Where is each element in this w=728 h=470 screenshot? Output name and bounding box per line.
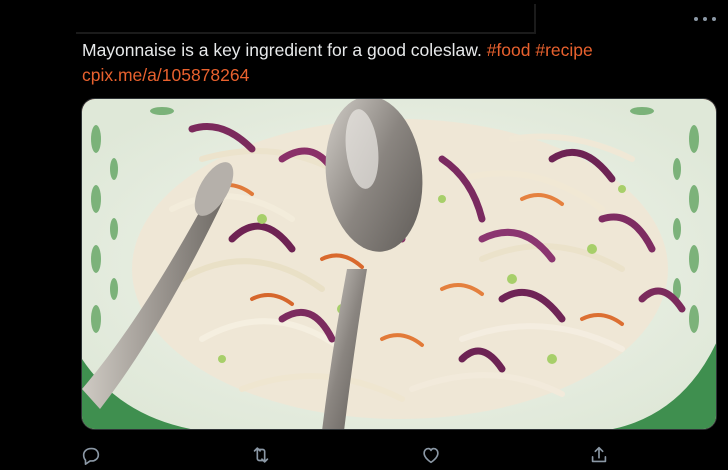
more-dot-icon: [694, 17, 698, 21]
share-button[interactable]: [588, 444, 612, 468]
like-icon: [423, 447, 439, 464]
retweet-button[interactable]: [250, 444, 274, 468]
author-header-redacted: [76, 4, 536, 34]
reply-icon: [82, 447, 100, 465]
share-icon: [591, 446, 607, 463]
more-dot-icon: [703, 17, 707, 21]
tweet-text: Mayonnaise is a key ingredient for a goo…: [82, 38, 702, 88]
hashtag-recipe[interactable]: #recipe: [535, 40, 592, 60]
tweet-media-image[interactable]: [81, 98, 717, 430]
reply-button[interactable]: [80, 444, 104, 468]
more-dot-icon: [712, 17, 716, 21]
tweet-body: Mayonnaise is a key ingredient for a goo…: [82, 40, 482, 60]
coleslaw-photo: [82, 99, 716, 429]
tweet-actions-bar: [80, 444, 620, 468]
more-options-button[interactable]: [694, 11, 716, 27]
tweet-link[interactable]: cpix.me/a/105878264: [82, 65, 249, 85]
retweet-icon: [253, 447, 269, 463]
hashtag-food[interactable]: #food: [487, 40, 531, 60]
like-button[interactable]: [420, 444, 444, 468]
